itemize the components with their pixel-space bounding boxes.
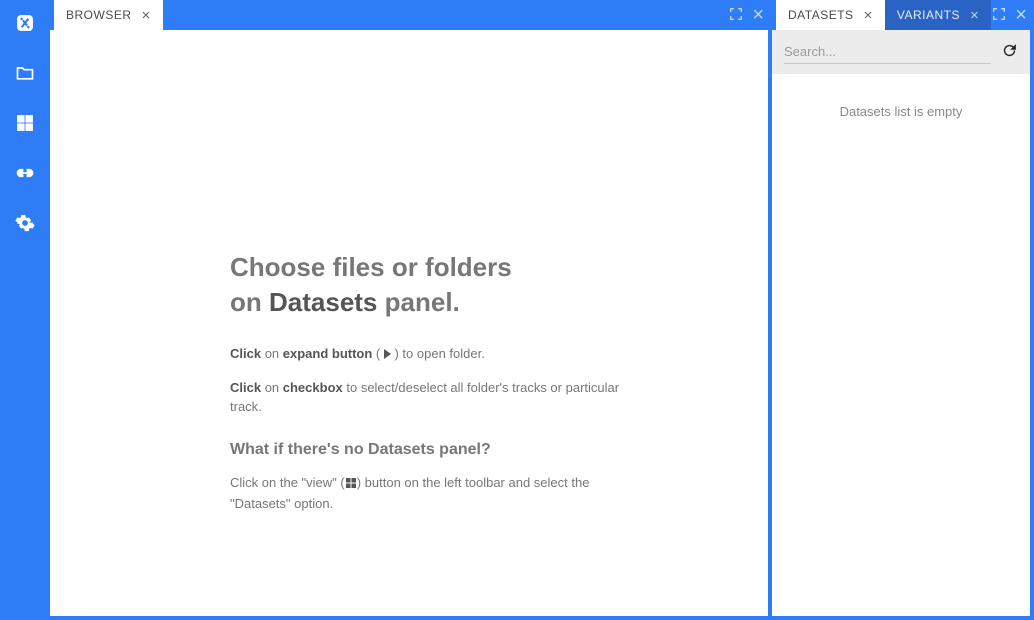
help-p1-b1: Click <box>230 346 261 361</box>
tab-label: DATASETS <box>788 8 854 22</box>
help-title-em: Datasets <box>269 287 377 317</box>
right-panel: DATASETS × VARIANTS × × Datasets lis <box>772 0 1034 620</box>
maximize-button[interactable] <box>728 6 744 25</box>
folder-button[interactable] <box>9 58 41 90</box>
search-input[interactable] <box>784 40 991 64</box>
help-p2-b2: checkbox <box>283 380 343 395</box>
folder-icon <box>15 63 35 86</box>
main-panel-actions: × <box>728 0 772 30</box>
help-p1-t2: ( <box>372 346 384 361</box>
help-p2-b1: Click <box>230 380 261 395</box>
refresh-button[interactable] <box>1001 42 1018 62</box>
close-panel-button[interactable]: × <box>752 5 764 25</box>
tab-label: BROWSER <box>66 8 132 22</box>
help-p2: Click on checkbox to select/deselect all… <box>230 378 650 417</box>
close-icon[interactable]: × <box>142 7 151 24</box>
help-p1: Click on expand button ( ) to open folde… <box>230 344 650 364</box>
view-button[interactable] <box>9 108 41 140</box>
empty-message: Datasets list is empty <box>772 74 1030 149</box>
help-p3: Click on the "view" () button on the lef… <box>230 473 650 514</box>
help-p1-t3: ) to open folder. <box>391 346 485 361</box>
grid-inline-icon <box>345 475 357 495</box>
help-p2-t1: on <box>261 380 283 395</box>
help-title-line2-pre: on <box>230 287 269 317</box>
close-icon[interactable]: × <box>864 7 873 24</box>
tab-variants[interactable]: VARIANTS × <box>885 0 991 30</box>
main-tabbar: BROWSER × × <box>50 0 772 30</box>
logo-button[interactable] <box>9 8 41 40</box>
tab-browser[interactable]: BROWSER × <box>54 0 163 30</box>
help-block: Choose files or folders on Datasets pane… <box>230 250 650 514</box>
settings-button[interactable] <box>9 208 41 240</box>
help-title-line2-post: panel. <box>377 287 459 317</box>
close-panel-button[interactable]: × <box>1015 5 1027 25</box>
play-triangle-icon <box>384 349 391 359</box>
link-icon <box>15 163 35 186</box>
help-title: Choose files or folders on Datasets pane… <box>230 250 650 320</box>
main-panel: BROWSER × × Choose files or folders on D… <box>50 0 772 620</box>
gear-icon <box>15 213 35 236</box>
help-subtitle: What if there's no Datasets panel? <box>230 441 650 459</box>
app-root: BROWSER × × Choose files or folders on D… <box>0 0 1034 620</box>
right-panel-actions: × <box>991 0 1034 30</box>
right-tabbar: DATASETS × VARIANTS × × <box>772 0 1034 30</box>
link-button[interactable] <box>9 158 41 190</box>
grid-icon <box>15 113 35 136</box>
close-icon[interactable]: × <box>970 7 979 24</box>
datasets-content: Datasets list is empty <box>772 30 1030 616</box>
tab-label: VARIANTS <box>897 8 960 22</box>
browser-content: Choose files or folders on Datasets pane… <box>50 30 768 616</box>
left-toolbar <box>0 0 50 620</box>
help-title-line1: Choose files or folders <box>230 252 512 282</box>
logo-icon <box>15 13 35 36</box>
maximize-button[interactable] <box>991 6 1007 25</box>
help-p1-b2: expand button <box>283 346 373 361</box>
tab-datasets[interactable]: DATASETS × <box>776 0 885 30</box>
help-p3-t1: Click on the "view" ( <box>230 475 345 490</box>
help-p1-t1: on <box>261 346 283 361</box>
refresh-icon <box>1001 42 1018 59</box>
search-row <box>772 30 1030 74</box>
